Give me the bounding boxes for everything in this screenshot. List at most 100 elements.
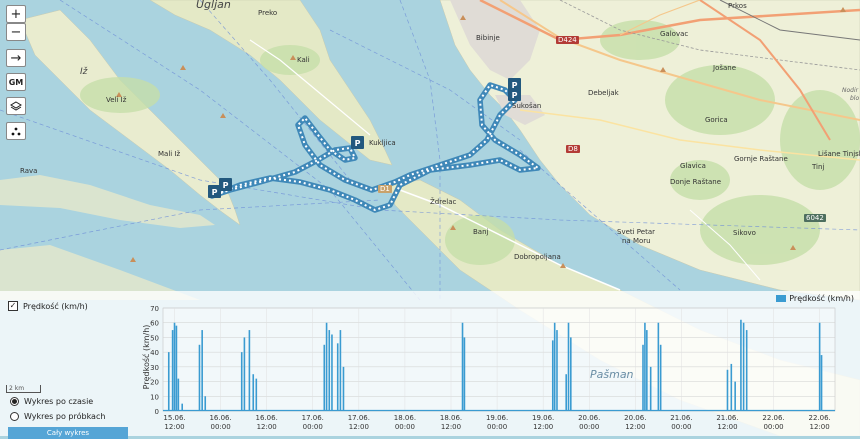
place-label: Lišane Tinjske: [818, 150, 860, 158]
speed-bar: [556, 330, 558, 411]
place-label: Gorica: [705, 116, 728, 124]
place-label: Sukošan: [512, 102, 542, 110]
x-tick-label: 22.06.: [762, 414, 784, 422]
map-provider-button[interactable]: GM: [6, 73, 26, 91]
speed-bar: [323, 344, 326, 411]
y-axis-label: Prędkość (km/h): [141, 325, 151, 390]
speed-bar: [204, 396, 207, 411]
road-shield: D424: [556, 36, 579, 44]
speed-bar: [551, 340, 554, 411]
y-tick-label: 30: [150, 364, 159, 372]
x-tick-label: 18.06.: [440, 414, 462, 422]
speed-bar: [175, 325, 178, 411]
road-shield: D1: [378, 185, 392, 193]
y-tick-label: 0: [155, 408, 159, 416]
speed-bar: [167, 352, 170, 411]
place-label: Bibinje: [476, 34, 500, 42]
y-tick-label: 60: [150, 320, 159, 328]
speed-bar: [818, 322, 821, 411]
speed-bar: [742, 322, 745, 411]
x-tick-label: 20.06.: [578, 414, 600, 422]
parking-marker[interactable]: P: [351, 136, 364, 149]
x-tick-label: 00:00: [671, 423, 691, 431]
points-icon: [11, 127, 21, 136]
x-tick-label: 17.06.: [302, 414, 324, 422]
y-tick-label: 40: [150, 349, 159, 357]
x-tick-label: 12:00: [257, 423, 277, 431]
speed-bar: [726, 369, 729, 411]
zoom-out-button[interactable]: −: [6, 23, 26, 41]
parking-marker[interactable]: P: [508, 88, 521, 101]
place-label: Prkos: [728, 2, 747, 10]
place-label: Kali: [297, 56, 310, 64]
speed-bar: [342, 366, 345, 411]
speed-bar: [567, 322, 570, 411]
speed-bar: [461, 322, 464, 411]
x-tick-label: 19.06.: [486, 414, 508, 422]
speed-bar: [171, 330, 174, 411]
plot-area: [162, 307, 836, 412]
svg-text:P: P: [512, 91, 518, 100]
svg-text:P: P: [223, 181, 229, 190]
layers-icon: [10, 101, 22, 111]
speed-bar: [745, 330, 748, 411]
speed-bar: [646, 330, 648, 411]
place-label: Donje Raštane: [670, 178, 722, 186]
speed-bar: [730, 363, 733, 411]
speed-bar: [336, 343, 339, 411]
points-button[interactable]: [6, 122, 26, 140]
place-label: Jošane: [713, 64, 737, 72]
chart-grid: [162, 307, 836, 412]
zoom-in-button[interactable]: +: [6, 5, 26, 23]
speed-bar: [331, 334, 333, 411]
x-tick-label: 22.06.: [809, 414, 831, 422]
y-tick-label: 20: [150, 379, 159, 387]
speed-bar: [240, 352, 243, 411]
speed-bar: [328, 330, 331, 411]
place-label: Dobropoljana: [514, 253, 561, 261]
speed-bar: [339, 330, 342, 411]
y-tick-label: 10: [150, 393, 159, 401]
x-tick-label: 12:00: [810, 423, 830, 431]
x-tick-label: 00:00: [763, 423, 783, 431]
x-tick-label: 21.06.: [670, 414, 692, 422]
x-tick-label: 00:00: [303, 423, 323, 431]
speed-bar: [570, 337, 572, 411]
speed-bar: [740, 319, 742, 411]
y-tick-label: 70: [150, 305, 159, 313]
x-tick-label: 12:00: [349, 423, 369, 431]
place-label: Tinj: [812, 163, 825, 171]
x-tick-label: 12:00: [164, 423, 184, 431]
parking-marker[interactable]: P: [208, 185, 221, 198]
speed-bar: [201, 330, 203, 411]
place-label: na Moru: [622, 237, 651, 245]
place-label: Sikovo: [733, 229, 756, 237]
x-tick-label: 00:00: [487, 423, 507, 431]
x-tick-label: 00:00: [395, 423, 415, 431]
speed-bar: [255, 378, 258, 411]
speed-bar: [252, 374, 255, 411]
place-label: Banj: [473, 228, 489, 236]
place-label: Ždrelac: [430, 198, 457, 206]
x-tick-label: 17.06.: [348, 414, 370, 422]
speed-bar: [820, 355, 823, 411]
x-tick-label: 12:00: [533, 423, 553, 431]
x-tick-label: 12:00: [625, 423, 645, 431]
layers-button[interactable]: [6, 97, 26, 115]
x-tick-label: 15.06.: [163, 414, 185, 422]
speed-bar: [248, 330, 251, 411]
x-tick-label: 00:00: [579, 423, 599, 431]
x-tick-label: 12:00: [717, 423, 737, 431]
x-tick-label: 19.06.: [532, 414, 554, 422]
speed-bar: [553, 322, 556, 411]
route-arrow-button[interactable]: →: [6, 49, 26, 67]
place-label: Kukljica: [369, 139, 396, 147]
speed-bar: [243, 337, 246, 411]
speed-bar: [325, 322, 328, 411]
speed-bar: [734, 381, 736, 411]
x-tick-label: 12:00: [441, 423, 461, 431]
x-tick-label: 20.06.: [624, 414, 646, 422]
x-tick-label: 16.06.: [256, 414, 278, 422]
place-label: Gornje Raštane: [734, 155, 788, 163]
speed-chart[interactable]: 010203040506070 15.06.12:0016.06.00:0016…: [0, 291, 860, 436]
